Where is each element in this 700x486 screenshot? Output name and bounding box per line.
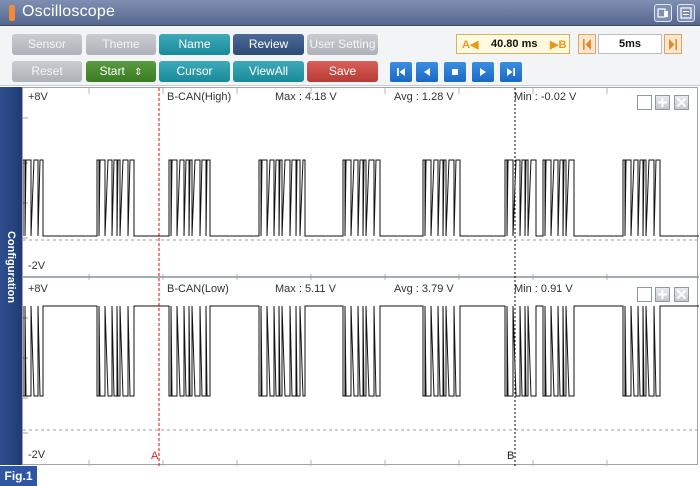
channel2-waveform <box>23 305 699 397</box>
sensor-button[interactable]: Sensor <box>12 34 82 55</box>
channel1-checkbox[interactable] <box>637 95 652 110</box>
cursor-b-indicator: ▶B <box>550 39 567 51</box>
configuration-label: Configuration <box>5 230 17 304</box>
channel2-expand-icon[interactable] <box>655 287 670 302</box>
window-menu-icon[interactable] <box>677 4 695 22</box>
channel2-name: B-CAN(Low) <box>167 283 229 295</box>
channel1-name: B-CAN(High) <box>167 91 232 103</box>
channel1-waveform <box>23 159 699 237</box>
channel2-close-icon[interactable] <box>674 287 689 302</box>
channel1-close-icon[interactable] <box>674 95 689 110</box>
channel2-avg: Avg : 3.79 V <box>394 283 454 295</box>
timebase-increase-button[interactable] <box>664 34 682 54</box>
cursor-a-label: A <box>151 450 159 462</box>
channel1-min: Min : -0.02 V <box>514 91 577 103</box>
title-marker-icon <box>9 5 15 21</box>
user-setting-button[interactable]: User Setting <box>307 34 378 55</box>
channel2-top-scale: +8V <box>28 283 48 295</box>
channel1-max: Max : 4.18 V <box>275 91 337 103</box>
channel1-expand-icon[interactable] <box>655 95 670 110</box>
name-button[interactable]: Name <box>159 34 230 55</box>
figure-label: Fig.1 <box>0 466 37 486</box>
skip-to-start-icon[interactable] <box>390 62 412 82</box>
toolbar: Sensor Theme Name Review User Setting Re… <box>0 26 700 86</box>
save-button[interactable]: Save <box>307 61 378 82</box>
waveform-plot-area[interactable]: +8V B-CAN(High) Max : 4.18 V Avg : 1.28 … <box>22 87 699 466</box>
stop-icon[interactable] <box>444 62 466 82</box>
start-label: Start <box>99 64 125 78</box>
cursor-a-indicator: A◀ <box>462 39 479 51</box>
step-back-icon[interactable] <box>416 62 438 82</box>
channel2-checkbox[interactable] <box>637 287 652 302</box>
configuration-sidebar[interactable]: Configuration <box>0 87 22 465</box>
viewall-button[interactable]: ViewAll <box>233 61 304 82</box>
title-bar: Oscilloscope <box>0 0 700 26</box>
cursor-b-label: B <box>507 450 515 462</box>
cursor-time-display: A◀ 40.80 ms ▶B <box>456 34 570 54</box>
theme-button[interactable]: Theme <box>86 34 156 55</box>
waveform-canvas <box>23 88 699 466</box>
review-button[interactable]: Review <box>233 34 304 55</box>
timebase-decrease-button[interactable] <box>578 34 596 54</box>
updown-icon: ⇕ <box>134 67 143 78</box>
cursor-time-value: 40.80 ms <box>491 38 538 50</box>
window-title: Oscilloscope <box>22 3 116 20</box>
window-restore-icon[interactable] <box>654 4 672 22</box>
channel2-min: Min : 0.91 V <box>514 283 573 295</box>
step-forward-icon[interactable] <box>472 62 494 82</box>
channel1-avg: Avg : 1.28 V <box>394 91 454 103</box>
start-button[interactable]: Start ⇕ <box>86 61 156 82</box>
channel1-bottom-scale: -2V <box>28 260 46 272</box>
timebase-value: 5ms <box>598 34 662 54</box>
channel2-max: Max : 5.11 V <box>275 283 336 295</box>
cursor-button[interactable]: Cursor <box>159 61 230 82</box>
skip-to-end-icon[interactable] <box>500 62 522 82</box>
reset-button[interactable]: Reset <box>12 61 82 82</box>
channel1-top-scale: +8V <box>28 91 48 103</box>
oscilloscope-app: Oscilloscope Sensor Theme Name Review Us… <box>0 0 700 486</box>
channel2-bottom-scale: -2V <box>28 449 46 461</box>
